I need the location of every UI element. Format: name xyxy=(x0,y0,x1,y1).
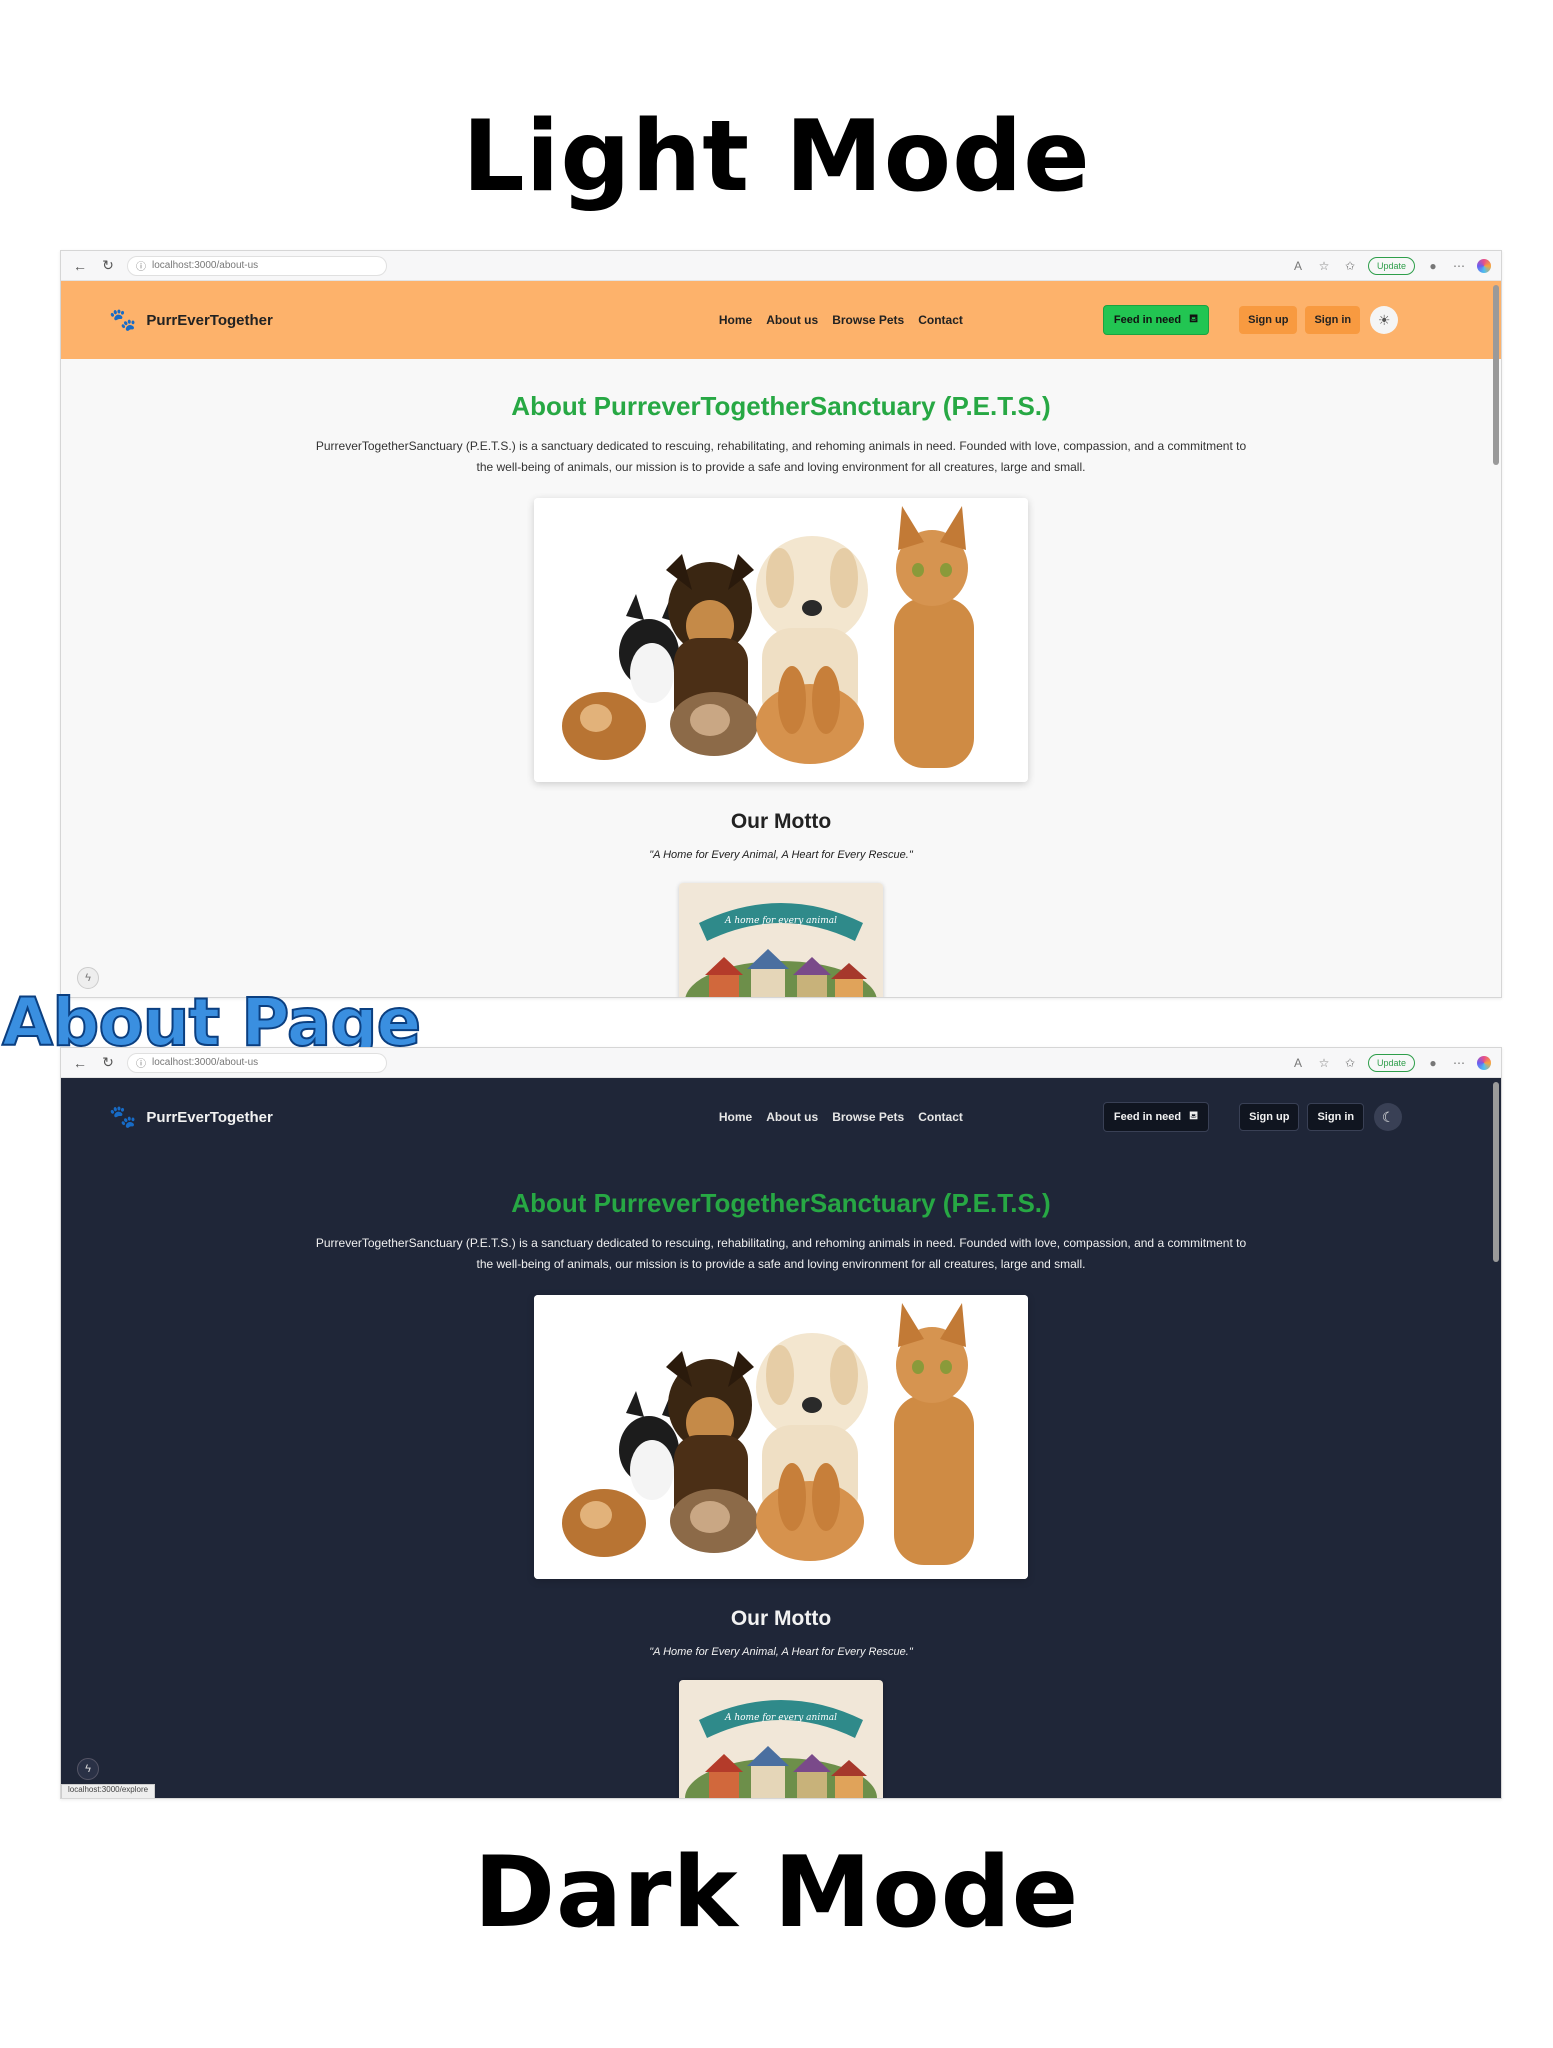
site-header: 🐾 PurrEverTogether Home About us Browse … xyxy=(61,281,1501,359)
brand[interactable]: 🐾 PurrEverTogether xyxy=(109,1104,273,1130)
address-bar[interactable]: ⓘ localhost:3000/about-us xyxy=(127,1052,387,1073)
nav-home[interactable]: Home xyxy=(719,313,752,327)
address-bar[interactable]: ⓘ localhost:3000/about-us xyxy=(127,255,387,276)
nav-home[interactable]: Home xyxy=(719,1110,752,1124)
motto-text: "A Home for Every Animal, A Heart for Ev… xyxy=(649,1646,913,1658)
motto-title: Our Motto xyxy=(730,810,832,833)
about-description: PurreverTogetherSanctuary (P.E.T.S.) is … xyxy=(315,1236,1247,1271)
about-section: About PurreverTogetherSanctuary (P.E.T.S… xyxy=(61,359,1501,997)
update-button[interactable]: Update xyxy=(1367,256,1415,275)
sign-in-button[interactable]: Sign in xyxy=(1305,306,1361,334)
profile-icon[interactable]: ● xyxy=(1425,259,1441,273)
sign-up-button[interactable]: Sign up xyxy=(1239,1103,1300,1131)
copilot-icon[interactable] xyxy=(1477,1055,1491,1070)
profile-icon[interactable]: ● xyxy=(1425,1056,1441,1070)
moon-icon[interactable]: ☾ xyxy=(1374,1103,1403,1131)
favorites-icon[interactable]: ✩ xyxy=(1342,1056,1358,1070)
main-nav: Home About us Browse Pets Contact xyxy=(719,1110,963,1124)
dark-mode-heading: Dark Mode xyxy=(473,1836,1080,1950)
vertical-scrollbar[interactable] xyxy=(1493,1082,1499,1262)
nav-contact[interactable]: Contact xyxy=(918,313,963,327)
star-icon[interactable]: ☆ xyxy=(1316,1056,1332,1070)
url-text: localhost:3000/about-us xyxy=(152,260,259,271)
pets-group-image xyxy=(534,1295,1028,1579)
motto-illustration: A home for every animal xyxy=(679,883,883,997)
paw-icon: 🐾 xyxy=(109,307,137,332)
pets-group-image xyxy=(534,498,1028,782)
motto-title: Our Motto xyxy=(730,1607,832,1630)
motto-banner-text: A home for every animal xyxy=(724,1713,837,1723)
bowl-icon: ⛾ xyxy=(1189,313,1199,325)
paw-icon: 🐾 xyxy=(109,1104,137,1129)
copilot-icon[interactable] xyxy=(1477,258,1491,273)
dark-mode-screenshot: ← ↻ ⓘ localhost:3000/about-us A ☆ ✩ Upda… xyxy=(60,1047,1502,1799)
light-mode-heading: Light Mode xyxy=(462,100,1091,214)
more-icon[interactable]: ⋯ xyxy=(1451,1056,1467,1070)
read-aloud-icon[interactable]: A xyxy=(1290,1056,1306,1070)
feed-in-need-label: Feed in need xyxy=(1113,314,1182,326)
nav-browse-pets[interactable]: Browse Pets xyxy=(832,1110,904,1124)
status-bar-url: localhost:3000/explore xyxy=(61,1784,156,1798)
update-button[interactable]: Update xyxy=(1367,1053,1415,1072)
light-mode-screenshot: ← ↻ ⓘ localhost:3000/about-us A ☆ ✩ Upda… xyxy=(60,250,1502,998)
browser-toolbar: ← ↻ ⓘ localhost:3000/about-us A ☆ ✩ Upda… xyxy=(61,1048,1501,1078)
about-title: About PurreverTogetherSanctuary (P.E.T.S… xyxy=(511,391,1051,421)
feed-in-need-label: Feed in need xyxy=(1113,1111,1182,1123)
lightning-icon[interactable]: ϟ xyxy=(77,1758,99,1780)
bowl-icon: ⛾ xyxy=(1189,1110,1199,1122)
sign-in-button[interactable]: Sign in xyxy=(1307,1103,1365,1131)
site-header: 🐾 PurrEverTogether Home About us Browse … xyxy=(61,1078,1501,1156)
arrow-left-icon[interactable]: ← xyxy=(71,258,89,274)
reload-icon[interactable]: ↻ xyxy=(99,257,117,274)
nav-about-us[interactable]: About us xyxy=(766,1110,818,1124)
motto-banner-text: A home for every animal xyxy=(724,916,837,926)
favorites-icon[interactable]: ✩ xyxy=(1342,259,1358,273)
brand[interactable]: 🐾 PurrEverTogether xyxy=(109,307,273,333)
browser-toolbar: ← ↻ ⓘ localhost:3000/about-us A ☆ ✩ Upda… xyxy=(61,251,1501,281)
star-icon[interactable]: ☆ xyxy=(1316,259,1332,273)
reload-icon[interactable]: ↻ xyxy=(99,1054,117,1071)
motto-text: "A Home for Every Animal, A Heart for Ev… xyxy=(649,849,913,861)
sun-icon[interactable]: ☀ xyxy=(1370,306,1399,334)
about-section: About PurreverTogetherSanctuary (P.E.T.S… xyxy=(61,1156,1501,1798)
brand-name: PurrEverTogether xyxy=(146,1108,273,1126)
url-text: localhost:3000/about-us xyxy=(152,1057,259,1068)
nav-browse-pets[interactable]: Browse Pets xyxy=(832,313,904,327)
arrow-left-icon[interactable]: ← xyxy=(71,1055,89,1071)
vertical-scrollbar[interactable] xyxy=(1493,285,1499,465)
nav-contact[interactable]: Contact xyxy=(918,1110,963,1124)
feed-in-need-button[interactable]: Feed in need ⛾ xyxy=(1102,1102,1210,1132)
about-description: PurreverTogetherSanctuary (P.E.T.S.) is … xyxy=(315,439,1247,474)
more-icon[interactable]: ⋯ xyxy=(1451,259,1467,273)
brand-name: PurrEverTogether xyxy=(146,311,273,329)
about-title: About PurreverTogetherSanctuary (P.E.T.S… xyxy=(511,1188,1051,1218)
motto-illustration: A home for every animal xyxy=(679,1680,883,1798)
main-nav: Home About us Browse Pets Contact xyxy=(719,313,963,327)
info-icon: ⓘ xyxy=(136,1059,146,1070)
sign-up-button[interactable]: Sign up xyxy=(1239,306,1298,334)
info-icon: ⓘ xyxy=(136,262,146,273)
read-aloud-icon[interactable]: A xyxy=(1290,259,1306,273)
nav-about-us[interactable]: About us xyxy=(766,313,818,327)
feed-in-need-button[interactable]: Feed in need ⛾ xyxy=(1102,305,1210,335)
